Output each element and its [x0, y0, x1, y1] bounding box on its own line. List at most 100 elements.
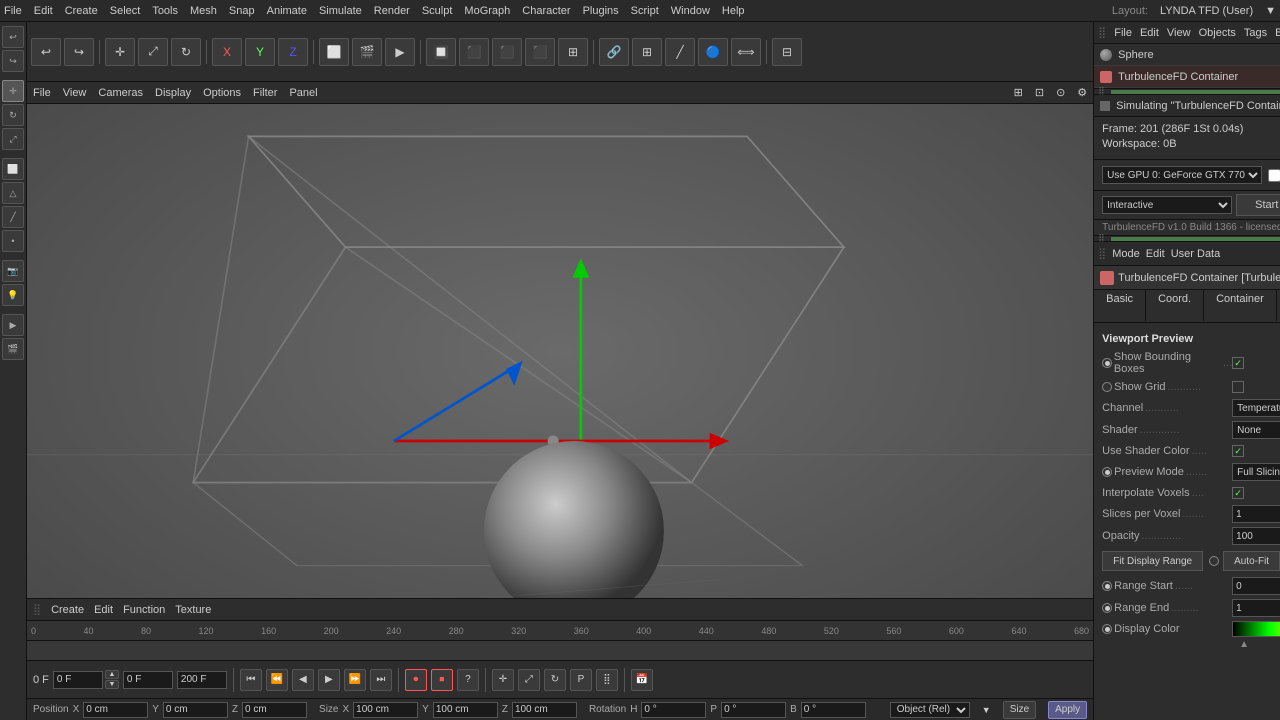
tb-persp[interactable]: 🔲	[426, 38, 456, 66]
sz-input[interactable]	[512, 702, 577, 718]
mode-arrow[interactable]: ▼	[982, 705, 991, 715]
light-icon[interactable]: 💡	[2, 284, 24, 306]
menu-mograph[interactable]: MoGraph	[464, 5, 510, 17]
menu-render[interactable]: Render	[374, 5, 410, 17]
opacity-input[interactable]	[1232, 527, 1280, 545]
start-button[interactable]: Start	[1236, 194, 1280, 216]
rp-bookmarks[interactable]: Bookmarks	[1275, 27, 1280, 39]
tb-rotate[interactable]: ↻	[171, 38, 201, 66]
scale-icon[interactable]: ⤢	[2, 128, 24, 150]
gpu-select[interactable]: Use GPU 0: GeForce GTX 770	[1102, 166, 1262, 184]
menu-help[interactable]: Help	[722, 5, 745, 17]
tb-y[interactable]: Y	[245, 38, 275, 66]
scale-key-btn[interactable]: ⤢	[518, 669, 540, 691]
prop-grid-radio[interactable]	[1102, 382, 1112, 392]
tb-front[interactable]: ⬛	[525, 38, 555, 66]
vp-icon-2[interactable]: ⊡	[1035, 86, 1044, 99]
stop-btn[interactable]: ⏹	[431, 669, 453, 691]
start-frame-input[interactable]	[53, 671, 103, 689]
channel-select[interactable]: Temperature	[1232, 399, 1280, 417]
prop-rs-radio[interactable]	[1102, 581, 1112, 591]
y-pos-input[interactable]	[163, 702, 228, 718]
sy-input[interactable]	[433, 702, 498, 718]
props-userdata[interactable]: User Data	[1171, 248, 1221, 260]
goto-start-btn[interactable]: ⏮	[240, 669, 262, 691]
b-input[interactable]	[801, 702, 866, 718]
menu-tools[interactable]: Tools	[152, 5, 178, 17]
tb-redo[interactable]: ↪	[64, 38, 94, 66]
p-input[interactable]	[721, 702, 786, 718]
tl-tab-create[interactable]: Create	[51, 604, 84, 616]
apply-button[interactable]: Apply	[1048, 701, 1087, 719]
tb-grid[interactable]: ⊞	[632, 38, 662, 66]
tb-4view[interactable]: ⊞	[558, 38, 588, 66]
prop-bb-radio[interactable]	[1102, 358, 1112, 368]
menu-edit[interactable]: Edit	[34, 5, 53, 17]
tl-tab-texture[interactable]: Texture	[175, 604, 211, 616]
tab-coord[interactable]: Coord.	[1146, 290, 1204, 322]
vp-tab-view[interactable]: View	[63, 87, 87, 99]
prop-grid-check[interactable]	[1232, 381, 1244, 393]
menu-character[interactable]: Character	[522, 5, 570, 17]
prop-bb-check[interactable]: ✓	[1232, 357, 1244, 369]
rp-file[interactable]: File	[1114, 27, 1132, 39]
obj-turbfd[interactable]: TurbulenceFD Container ✓ ✓	[1094, 66, 1280, 88]
slices-input[interactable]	[1232, 505, 1280, 523]
tb-z[interactable]: Z	[278, 38, 308, 66]
menu-sculpt[interactable]: Sculpt	[422, 5, 453, 17]
vp-tab-filter[interactable]: Filter	[253, 87, 277, 99]
tb-snap[interactable]: 🔗	[599, 38, 629, 66]
frame-dn[interactable]: ▼	[105, 680, 119, 689]
rp-view[interactable]: View	[1167, 27, 1191, 39]
tl-tab-edit[interactable]: Edit	[94, 604, 113, 616]
vp-icon-3[interactable]: ⊙	[1056, 86, 1065, 99]
tb-obj[interactable]: ⬜	[319, 38, 349, 66]
play-back-btn[interactable]: ◀	[292, 669, 314, 691]
step-fwd-btn[interactable]: ⏩	[344, 669, 366, 691]
menu-animate[interactable]: Animate	[267, 5, 307, 17]
frame-up[interactable]: ▲	[105, 670, 119, 679]
prop-iv-check[interactable]: ✓	[1232, 487, 1244, 499]
vp-tab-options[interactable]: Options	[203, 87, 241, 99]
tb-sym[interactable]: ⟺	[731, 38, 761, 66]
tb-layer[interactable]: ⊟	[772, 38, 802, 66]
obj-sphere[interactable]: Sphere ✓ ✓	[1094, 44, 1280, 66]
pla-key-btn[interactable]: ⣿	[596, 669, 618, 691]
interactive-select[interactable]: Interactive	[1102, 196, 1232, 214]
record-btn[interactable]: ⏺	[405, 669, 427, 691]
tb-render[interactable]: ▶	[385, 38, 415, 66]
rotate-icon[interactable]: ↻	[2, 104, 24, 126]
menu-simulate[interactable]: Simulate	[319, 5, 362, 17]
step-back-btn[interactable]: ⏪	[266, 669, 288, 691]
h-input[interactable]	[641, 702, 706, 718]
x-pos-input[interactable]	[83, 702, 148, 718]
render-icon[interactable]: 🎬	[2, 338, 24, 360]
current-frame-input[interactable]	[123, 671, 173, 689]
vp-tab-panel[interactable]: Panel	[289, 87, 317, 99]
menu-window[interactable]: Window	[671, 5, 710, 17]
menu-script[interactable]: Script	[631, 5, 659, 17]
undo-icon[interactable]: ↩	[2, 26, 24, 48]
sx-input[interactable]	[353, 702, 418, 718]
prop-re-radio[interactable]	[1102, 603, 1112, 613]
move-key-btn[interactable]: ✛	[492, 669, 514, 691]
shader-select[interactable]: None	[1232, 421, 1280, 439]
prop-pm-radio[interactable]	[1102, 467, 1112, 477]
tb-undo[interactable]: ↩	[31, 38, 61, 66]
prop-sc-check[interactable]: ✓	[1232, 445, 1244, 457]
object-icon[interactable]: ⬜	[2, 158, 24, 180]
vp-tab-cameras[interactable]: Cameras	[98, 87, 143, 99]
redo-icon[interactable]: ↪	[2, 50, 24, 72]
vp-icon-1[interactable]: ⊞	[1014, 86, 1023, 99]
color-bar[interactable]	[1232, 621, 1280, 637]
edge-icon[interactable]: ╱	[2, 206, 24, 228]
menu-select[interactable]: Select	[110, 5, 141, 17]
props-mode[interactable]: Mode	[1112, 248, 1140, 260]
help-btn[interactable]: ?	[457, 669, 479, 691]
preview-mode-select[interactable]: Full Slicing	[1232, 463, 1280, 481]
tb-magnet[interactable]: 🔵	[698, 38, 728, 66]
rp-objects[interactable]: Objects	[1199, 27, 1236, 39]
tb-anim[interactable]: 🎬	[352, 38, 382, 66]
layout-select[interactable]: LYNDA TFD (User)	[1160, 5, 1253, 17]
menu-create[interactable]: Create	[65, 5, 98, 17]
